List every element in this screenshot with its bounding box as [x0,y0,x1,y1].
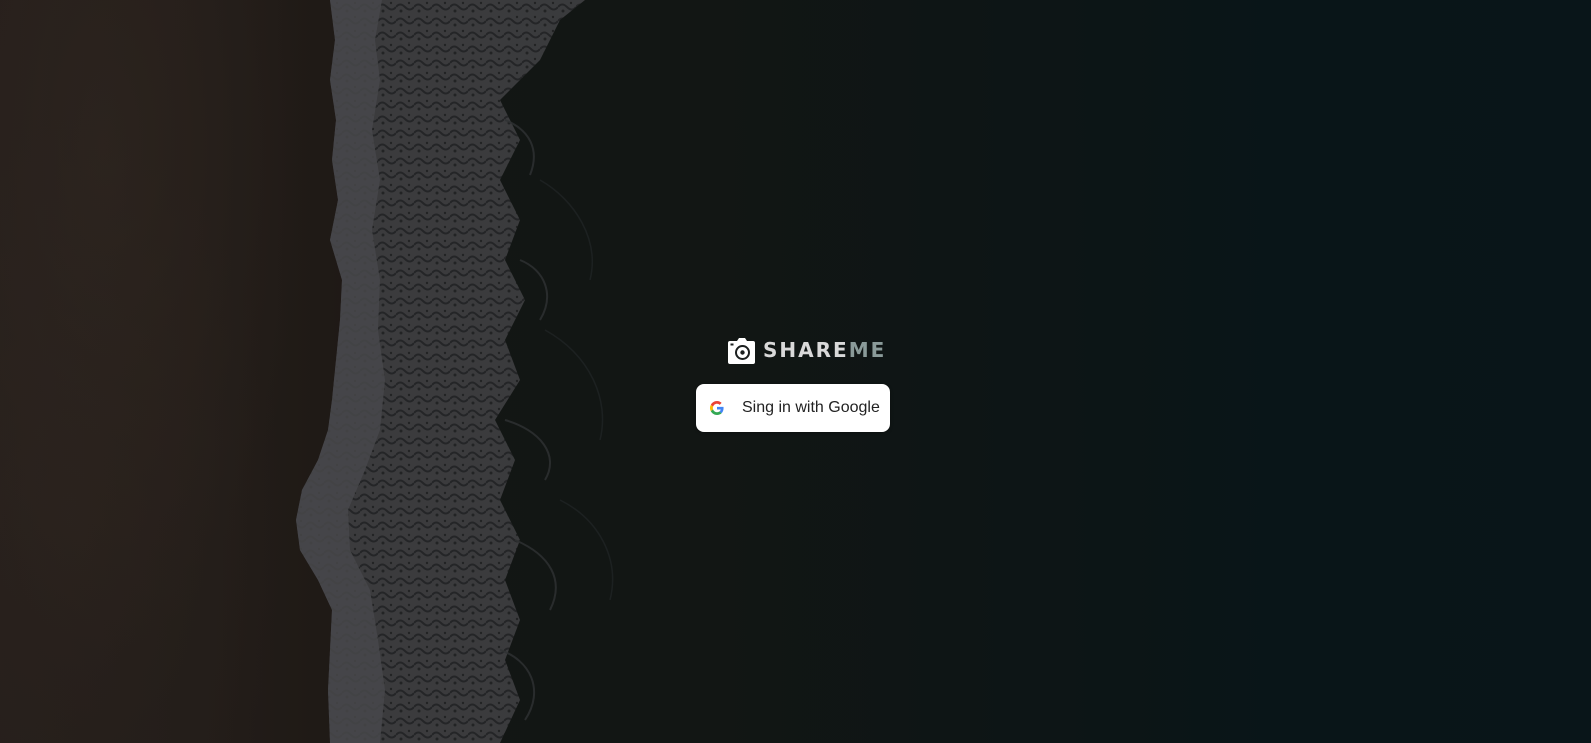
app-logo: SHAREME [728,336,886,364]
google-sign-in-label: Sing in with Google [742,399,880,416]
app-name-primary: SHARE [763,338,849,362]
app-name: SHAREME [763,336,886,364]
login-container: SHAREME Sing in with Google [0,0,1591,743]
google-g-icon [710,401,724,415]
google-sign-in-button[interactable]: Sing in with Google [696,384,890,432]
app-name-secondary: ME [848,338,887,362]
camera-icon [728,338,755,364]
